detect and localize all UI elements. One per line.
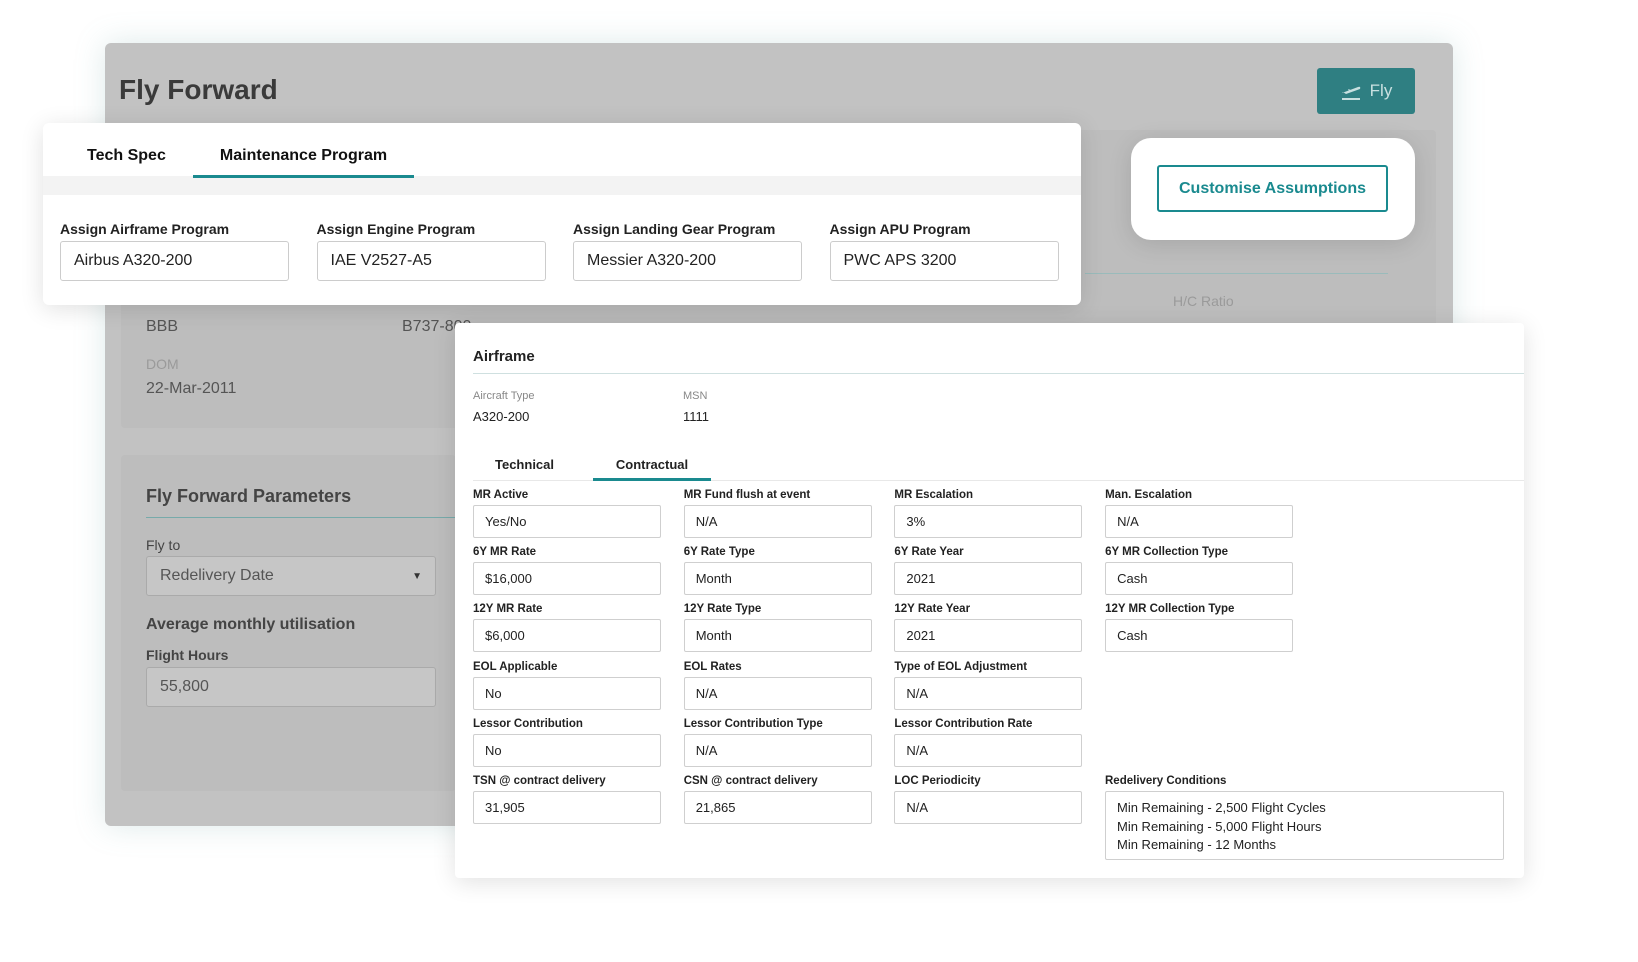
mr-active-label: MR Active bbox=[473, 489, 529, 501]
flight-hours-label: Flight Hours bbox=[146, 647, 229, 663]
assign-apu-program-label: Assign APU Program bbox=[829, 221, 971, 237]
redelivery-conditions-field[interactable]: Min Remaining - 2,500 Flight Cycles Min … bbox=[1105, 791, 1504, 860]
assign-apu-program-input[interactable]: PWC APS 3200 bbox=[829, 241, 1059, 281]
assign-landing-gear-program-label: Assign Landing Gear Program bbox=[573, 221, 776, 237]
airframe-card: Airframe Aircraft Type A320-200 MSN 1111… bbox=[455, 323, 1524, 878]
mr-fund-flush-at-event-label: MR Fund flush at event bbox=[683, 489, 811, 501]
tab-technical[interactable]: Technical bbox=[495, 457, 554, 472]
eol-applicable-label: EOL Applicable bbox=[473, 660, 558, 673]
aircraft-type-value: A320-200 bbox=[473, 409, 530, 424]
assign-airframe-program-label: Assign Airframe Program bbox=[60, 221, 230, 237]
redelivery-line: Min Remaining - 5,000 Flight Hours bbox=[1117, 818, 1322, 834]
tab-contractual[interactable]: Contractual bbox=[593, 457, 711, 481]
divider bbox=[473, 373, 1524, 374]
mr-active-input[interactable]: Yes/No bbox=[473, 505, 661, 538]
type-of-eol-adjustment-input[interactable]: N/A bbox=[894, 676, 1083, 710]
assign-engine-program-label: Assign Engine Program bbox=[316, 221, 476, 237]
eol-applicable-input[interactable]: No bbox=[473, 676, 661, 710]
12y-rate-year-input[interactable]: 2021 bbox=[894, 619, 1083, 653]
6y-mr-rate-label: 6Y MR Rate bbox=[473, 546, 537, 559]
tab-maintenance-program[interactable]: Maintenance Program bbox=[193, 147, 414, 178]
man-escalation-label: Man. Escalation bbox=[1105, 489, 1193, 501]
msn-value: 1111 bbox=[683, 409, 710, 424]
12y-mr-rate-label: 12Y MR Rate bbox=[473, 603, 543, 616]
6y-mr-collection-type-input[interactable]: Cash bbox=[1105, 562, 1294, 596]
hc-ratio-label: H/C Ratio bbox=[1173, 293, 1234, 309]
mr-escalation-label: MR Escalation bbox=[894, 489, 973, 501]
lessor-contribution-label: Lessor Contribution bbox=[473, 717, 583, 730]
lessor-contribution-type-label: Lessor Contribution Type bbox=[683, 717, 823, 730]
chevron-down-icon: ▼ bbox=[412, 570, 422, 582]
assign-airframe-program-input[interactable]: Airbus A320-200 bbox=[60, 241, 289, 281]
flight-hours-input[interactable]: 55,800 bbox=[146, 667, 436, 707]
msn-label: MSN bbox=[683, 390, 708, 402]
12y-rate-type-input[interactable]: Month bbox=[683, 619, 872, 653]
6y-rate-type-input[interactable]: Month bbox=[683, 562, 872, 596]
fly-button[interactable]: Fly bbox=[1317, 68, 1415, 114]
page-title: Fly Forward bbox=[119, 74, 278, 105]
type-of-eol-adjustment-label: Type of EOL Adjustment bbox=[894, 660, 1028, 673]
lessor-contribution-rate-label: Lessor Contribution Rate bbox=[894, 717, 1033, 730]
mr-fund-flush-at-event-input[interactable]: N/A bbox=[683, 505, 872, 538]
fly-to-label: Fly to bbox=[146, 537, 181, 553]
divider bbox=[146, 517, 456, 518]
maintenance-program-card: Tech Spec Maintenance Program Assign Air… bbox=[43, 123, 1081, 305]
man-escalation-input[interactable]: N/A bbox=[1105, 505, 1294, 538]
operator-value: BBB bbox=[146, 318, 179, 335]
eol-rates-input[interactable]: N/A bbox=[683, 676, 872, 710]
csn-contract-delivery-label: CSN @ contract delivery bbox=[683, 775, 818, 787]
divider bbox=[1085, 273, 1388, 274]
mr-escalation-input[interactable]: 3% bbox=[894, 505, 1083, 538]
eol-rates-label: EOL Rates bbox=[683, 660, 742, 673]
customise-assumptions-button[interactable]: Customise Assumptions bbox=[1157, 165, 1388, 212]
tsn-contract-delivery-label: TSN @ contract delivery bbox=[473, 775, 606, 787]
6y-rate-type-label: 6Y Rate Type bbox=[683, 546, 755, 559]
redelivery-line: Min Remaining - 2,500 Flight Cycles bbox=[1117, 800, 1326, 815]
params-title: Fly Forward Parameters bbox=[146, 486, 352, 506]
fly-to-select[interactable]: Redelivery Date ▼ bbox=[146, 556, 436, 596]
airframe-title: Airframe bbox=[473, 348, 535, 365]
6y-rate-year-input[interactable]: 2021 bbox=[894, 562, 1083, 596]
12y-mr-rate-input[interactable]: $6,000 bbox=[473, 619, 661, 653]
loc-periodicity-label: LOC Periodicity bbox=[894, 775, 981, 787]
tab-tech-spec[interactable]: Tech Spec bbox=[87, 147, 166, 175]
lessor-contribution-type-input[interactable]: N/A bbox=[683, 733, 872, 767]
tab-strip bbox=[43, 176, 1081, 195]
airplane-takeoff-icon bbox=[1341, 86, 1360, 100]
dom-value: 22-Mar-2011 bbox=[146, 380, 237, 397]
assign-landing-gear-program-input[interactable]: Messier A320-200 bbox=[573, 241, 802, 281]
assign-engine-program-input[interactable]: IAE V2527-A5 bbox=[316, 241, 546, 281]
12y-rate-type-label: 12Y Rate Type bbox=[683, 603, 762, 616]
redelivery-label: Redelivery Conditions bbox=[1105, 775, 1227, 787]
lessor-contribution-rate-input[interactable]: N/A bbox=[894, 733, 1083, 767]
12y-mr-collection-type-label: 12Y MR Collection Type bbox=[1105, 603, 1235, 616]
loc-periodicity-input[interactable]: N/A bbox=[894, 791, 1083, 824]
6y-rate-year-label: 6Y Rate Year bbox=[894, 546, 964, 559]
redelivery-line: Min Remaining - 12 Months bbox=[1117, 837, 1276, 852]
util-title: Average monthly utilisation bbox=[146, 616, 356, 633]
12y-rate-year-label: 12Y Rate Year bbox=[894, 603, 971, 616]
csn-contract-delivery-input[interactable]: 21,865 bbox=[683, 791, 872, 824]
6y-mr-collection-type-label: 6Y MR Collection Type bbox=[1105, 546, 1228, 559]
6y-mr-rate-input[interactable]: $16,000 bbox=[473, 562, 661, 596]
lessor-contribution-input[interactable]: No bbox=[473, 733, 661, 767]
tsn-contract-delivery-input[interactable]: 31,905 bbox=[473, 791, 661, 824]
aircraft-type-label: Aircraft Type bbox=[473, 390, 535, 402]
12y-mr-collection-type-input[interactable]: Cash bbox=[1105, 619, 1294, 653]
dom-label: DOM bbox=[146, 356, 179, 372]
